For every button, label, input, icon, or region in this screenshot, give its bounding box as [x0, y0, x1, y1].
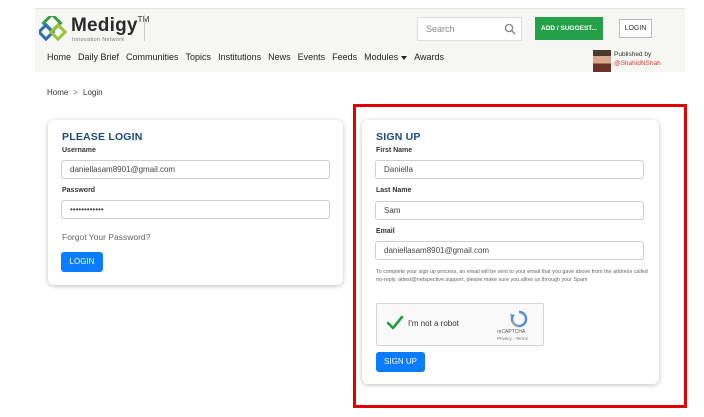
nav-item-daily-brief[interactable]: Daily Brief: [78, 52, 119, 62]
first-name-field[interactable]: [375, 160, 644, 179]
signup-title: SIGN UP: [376, 131, 421, 143]
breadcrumb: Home > Login: [47, 88, 103, 97]
signup-submit-button[interactable]: SIGN UP: [376, 352, 425, 372]
captcha-privacy-terms[interactable]: Privacy - Terms: [497, 336, 528, 341]
chevron-down-icon: [401, 55, 408, 60]
header-login-button[interactable]: LOGIN: [619, 19, 652, 38]
search-icon[interactable]: [504, 23, 516, 35]
logo-tagline: Innovation Network: [72, 37, 125, 43]
medigy-logo[interactable]: MedigyTM Innovation Network: [39, 14, 149, 44]
nav-item-institutions[interactable]: Institutions: [218, 52, 261, 62]
recaptcha-widget[interactable]: I'm not a robot reCAPTCHA Privacy - Term…: [376, 303, 544, 346]
add-suggest-button[interactable]: ADD / SUGGEST...: [535, 17, 603, 40]
email-field[interactable]: [375, 241, 644, 260]
forgot-password-link[interactable]: Forgot Your Password?: [62, 232, 150, 242]
nav-item-feeds[interactable]: Feeds: [332, 52, 357, 62]
login-submit-button[interactable]: LOGIN: [61, 252, 103, 272]
breadcrumb-separator: >: [73, 88, 79, 97]
nav-item-communities[interactable]: Communities: [126, 52, 179, 62]
captcha-label: I'm not a robot: [408, 319, 459, 328]
medigy-logo-icon: [39, 16, 67, 42]
nav-item-modules-label: Modules: [364, 52, 399, 62]
signup-notice: To complete your sign up process, an ema…: [376, 269, 648, 283]
username-label: Username: [62, 147, 96, 154]
logo-divider: [144, 15, 145, 41]
password-label: Password: [62, 187, 96, 194]
nav-item-events[interactable]: Events: [298, 52, 326, 62]
main-nav: Home Daily Brief Communities Topics Inst…: [47, 52, 444, 62]
nav-item-modules[interactable]: Modules: [364, 52, 408, 62]
nav-item-home[interactable]: Home: [47, 52, 71, 62]
site-header: MedigyTM Innovation Network ADD / SUGGES…: [35, 8, 685, 72]
last-name-field[interactable]: [375, 201, 644, 220]
breadcrumb-current: Login: [83, 88, 103, 97]
login-card: PLEASE LOGIN Username Password Forgot Yo…: [48, 120, 343, 285]
nav-item-topics[interactable]: Topics: [186, 52, 212, 62]
captcha-brand: reCAPTCHA: [497, 329, 526, 335]
published-by-label: Published by: [614, 51, 652, 58]
publisher-avatar: [593, 50, 611, 72]
search-input[interactable]: [418, 18, 504, 40]
first-name-label: First Name: [376, 147, 413, 154]
publisher-info[interactable]: Published by @ShahidNShah: [593, 50, 685, 72]
login-title: PLEASE LOGIN: [62, 131, 143, 143]
search-box: [417, 17, 522, 41]
nav-item-news[interactable]: News: [268, 52, 291, 62]
logo-wordmark: MedigyTM: [71, 15, 149, 36]
last-name-label: Last Name: [376, 187, 412, 194]
username-field[interactable]: [61, 160, 330, 179]
breadcrumb-home[interactable]: Home: [47, 88, 68, 97]
recaptcha-logo-icon: [510, 310, 528, 328]
nav-item-awards[interactable]: Awards: [414, 52, 444, 62]
email-label: Email: [376, 228, 395, 235]
publisher-handle[interactable]: @ShahidNShah: [614, 60, 661, 67]
password-field[interactable]: [61, 200, 330, 219]
checkmark-icon[interactable]: [386, 314, 404, 332]
signup-card: SIGN UP First Name Last Name Email To co…: [362, 120, 659, 384]
